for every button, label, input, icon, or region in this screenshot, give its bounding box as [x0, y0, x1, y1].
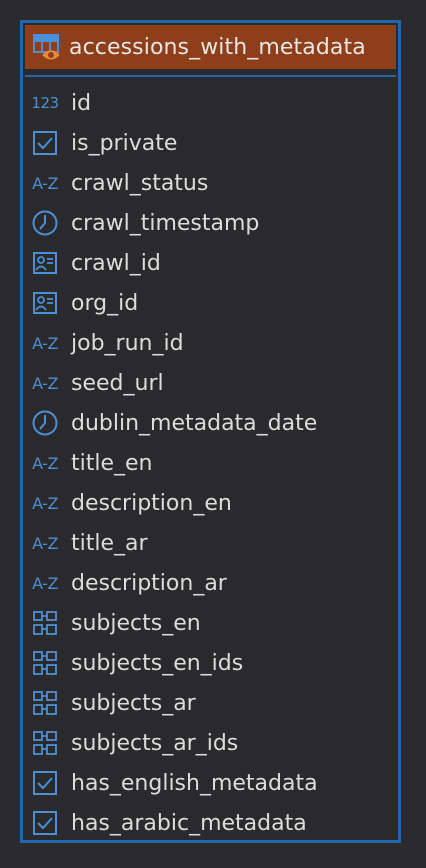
column-row[interactable]: A-Z description_en — [29, 483, 392, 523]
text-az-icon: A-Z — [32, 373, 58, 393]
column-row[interactable]: org_id — [29, 283, 392, 323]
column-row[interactable]: subjects_en — [29, 603, 392, 643]
column-name: subjects_en_ids — [71, 650, 244, 676]
column-name: subjects_en — [71, 610, 201, 636]
text-az-icon: A-Z — [32, 453, 58, 473]
column-row[interactable]: A-Z title_ar — [29, 523, 392, 563]
column-name: crawl_status — [71, 170, 209, 196]
text-az-icon: A-Z — [32, 493, 58, 513]
array-icon — [29, 687, 61, 719]
column-row[interactable]: A-Z title_en — [29, 443, 392, 483]
text-az-icon: A-Z — [32, 333, 58, 353]
checkbox-icon — [29, 127, 61, 159]
column-name: description_ar — [71, 570, 227, 596]
column-name: description_en — [71, 490, 232, 516]
column-name: crawl_timestamp — [71, 210, 260, 236]
id-card-icon — [29, 287, 61, 319]
column-name: has_arabic_metadata — [71, 810, 307, 836]
column-list: 123 id is_private A-Z crawl_status crawl_ti… — [29, 83, 392, 843]
view-table-icon — [31, 31, 63, 63]
column-row[interactable]: subjects_ar_ids — [29, 723, 392, 763]
text-az-icon: A-Z — [32, 173, 58, 193]
column-row[interactable]: subjects_en_ids — [29, 643, 392, 683]
column-row[interactable]: 123 id — [29, 83, 392, 123]
column-row[interactable]: A-Z crawl_status — [29, 163, 392, 203]
column-row[interactable]: crawl_timestamp — [29, 203, 392, 243]
checkbox-icon — [29, 807, 61, 839]
column-row[interactable]: A-Z seed_url — [29, 363, 392, 403]
header-separator — [25, 75, 396, 77]
column-name: crawl_id — [71, 250, 161, 276]
column-row[interactable]: dublin_metadata_date — [29, 403, 392, 443]
id-card-icon — [29, 247, 61, 279]
column-name: title_en — [71, 450, 153, 476]
column-name: subjects_ar — [71, 690, 196, 716]
column-name: subjects_ar_ids — [71, 730, 239, 756]
text-az-icon: A-Z — [32, 533, 58, 553]
column-row[interactable]: crawl_id — [29, 243, 392, 283]
column-name: is_private — [71, 130, 178, 156]
column-name: org_id — [71, 290, 139, 316]
clock-icon — [29, 207, 61, 239]
text-az-icon: A-Z — [32, 573, 58, 593]
table-node[interactable]: accessions_with_metadata 123 id is_privat… — [20, 20, 401, 843]
column-name: has_english_metadata — [71, 770, 318, 796]
column-row[interactable]: subjects_ar — [29, 683, 392, 723]
array-icon — [29, 647, 61, 679]
checkbox-icon — [29, 767, 61, 799]
array-icon — [29, 607, 61, 639]
column-name: title_ar — [71, 530, 148, 556]
column-name: dublin_metadata_date — [71, 410, 318, 436]
column-row[interactable]: has_english_metadata — [29, 763, 392, 803]
array-icon — [29, 727, 61, 759]
column-row[interactable]: is_private — [29, 123, 392, 163]
column-name: seed_url — [71, 370, 164, 396]
table-header[interactable]: accessions_with_metadata — [25, 25, 396, 69]
numeric-icon: 123 — [31, 94, 59, 112]
clock-icon — [29, 407, 61, 439]
column-name: job_run_id — [71, 330, 184, 356]
table-title: accessions_with_metadata — [69, 34, 366, 60]
column-row[interactable]: has_arabic_metadata — [29, 803, 392, 843]
column-row[interactable]: A-Z description_ar — [29, 563, 392, 603]
column-name: id — [71, 90, 92, 116]
column-row[interactable]: A-Z job_run_id — [29, 323, 392, 363]
